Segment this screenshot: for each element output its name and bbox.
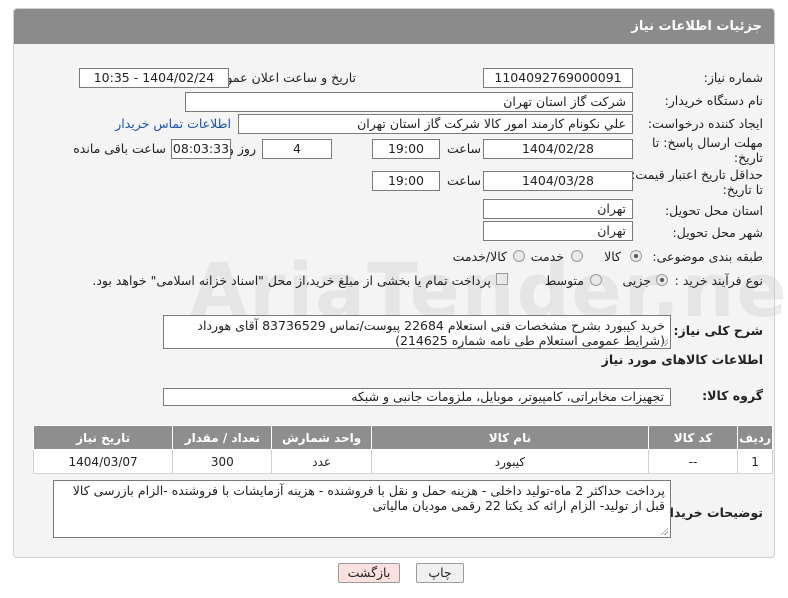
cell-unit: عدد xyxy=(271,449,372,474)
treasury-payment-checkbox[interactable] xyxy=(496,273,508,285)
delivery-city-label: شهر محل تحویل: xyxy=(672,225,763,240)
goods-section-title: اطلاعات کالاهای مورد نیاز xyxy=(601,352,763,367)
delivery-province-label: استان محل تحویل: xyxy=(664,203,763,218)
process-option-minor: جزیی xyxy=(622,273,651,288)
validity-time-field: 19:00 xyxy=(372,171,440,191)
time-remaining-label: ساعت باقی مانده xyxy=(73,141,166,156)
print-button[interactable]: چاپ xyxy=(416,563,464,583)
treasury-payment-note: پرداخت تمام یا بخشی از مبلغ خرید،از محل … xyxy=(92,273,491,288)
days-label: روز و xyxy=(227,141,256,156)
summary-text: خرید کیبورد بشرح مشخصات فنی استعلام 2268… xyxy=(197,318,665,348)
process-option-medium: متوسط xyxy=(544,273,584,288)
category-label: طبقه بندی موضوعی: xyxy=(652,249,763,264)
buyer-org-label: نام دستگاه خریدار: xyxy=(664,93,763,108)
table-row: 1 -- کیبورد عدد 300 1404/03/07 xyxy=(32,449,773,474)
col-item-code: کد کالا xyxy=(647,425,739,450)
delivery-city-field: تهران xyxy=(483,221,633,241)
cell-row-number: 1 xyxy=(737,449,773,474)
col-quantity: تعداد / مقدار xyxy=(172,425,273,450)
buyer-contact-link[interactable]: اطلاعات تماس خریدار xyxy=(115,116,231,131)
requester-field: علي نکونام کارمند امور کالا شرکت گاز است… xyxy=(238,114,633,134)
process-radio-medium[interactable] xyxy=(590,274,602,286)
category-option-goods: کالا xyxy=(604,249,621,264)
cell-item-name: کیبورد xyxy=(370,449,649,474)
category-radio-goods[interactable] xyxy=(630,250,642,262)
buyer-notes-textarea[interactable]: پرداخت حداکثر 2 ماه-تولید داخلی - هزینه … xyxy=(53,480,671,538)
summary-textarea[interactable]: خرید کیبورد بشرح مشخصات فنی استعلام 2268… xyxy=(163,315,671,349)
col-need-date: تاریخ نیاز xyxy=(32,425,174,450)
deadline-date-field: 1404/02/28 xyxy=(483,139,633,159)
delivery-province-field: تهران xyxy=(483,199,633,219)
buyer-org-field: شرکت گاز استان تهران xyxy=(185,92,633,112)
category-option-goods-service: کالا/خدمت xyxy=(452,249,507,264)
deadline-time-label: ساعت xyxy=(446,141,481,156)
buyer-notes-label: توضیحات خریدار: xyxy=(657,505,763,520)
requester-label: ایجاد کننده درخواست: xyxy=(647,116,763,131)
goods-group-field: تجهیزات مخابراتی، کامپیوتر، موبایل، ملزو… xyxy=(163,388,671,406)
validity-time-label: ساعت xyxy=(446,173,481,188)
process-label: نوع فرآیند خرید : xyxy=(674,273,763,288)
panel-title: جزئیات اطلاعات نیاز xyxy=(14,9,774,44)
cell-quantity: 300 xyxy=(172,449,273,474)
validity-label-line2: تا تاریخ: xyxy=(722,182,763,197)
resize-grip-icon xyxy=(660,338,668,346)
buyer-notes-text: پرداخت حداکثر 2 ماه-تولید داخلی - هزینه … xyxy=(72,483,665,513)
category-radio-service[interactable] xyxy=(571,250,583,262)
time-remaining-field: 08:03:33 xyxy=(171,139,231,159)
goods-group-label: گروه کالا: xyxy=(702,388,763,403)
col-unit: واحد شمارش xyxy=(271,425,372,450)
back-button[interactable]: بازگشت xyxy=(338,563,400,583)
items-table-header-row: ردیف کد کالا نام کالا واحد شمارش تعداد /… xyxy=(32,425,773,450)
deadline-label-line1: مهلت ارسال پاسخ: تا xyxy=(652,135,763,150)
items-table: ردیف کد کالا نام کالا واحد شمارش تعداد /… xyxy=(32,425,773,474)
category-radio-goods-service[interactable] xyxy=(513,250,525,262)
cell-item-code: -- xyxy=(647,449,739,474)
days-remaining-field: 4 xyxy=(262,139,332,159)
col-item-name: نام کالا xyxy=(370,425,649,450)
process-radio-minor[interactable] xyxy=(656,274,668,286)
announce-field: 1404/02/24 - 10:35 xyxy=(79,68,229,88)
summary-label: شرح کلی نیاز: xyxy=(673,323,763,338)
col-row-number: ردیف xyxy=(737,425,773,450)
cell-need-date: 1404/03/07 xyxy=(32,449,174,474)
validity-date-field: 1404/03/28 xyxy=(483,171,633,191)
deadline-time-field: 19:00 xyxy=(372,139,440,159)
need-number-field: 1104092769000091 xyxy=(483,68,633,88)
resize-grip-icon xyxy=(660,527,668,535)
validity-label-line1: حداقل تاریخ اعتبار قیمت: xyxy=(631,167,763,182)
category-option-service: خدمت xyxy=(530,249,564,264)
deadline-label-line2: تاریخ: xyxy=(733,150,763,165)
need-number-label: شماره نیاز: xyxy=(703,70,763,85)
